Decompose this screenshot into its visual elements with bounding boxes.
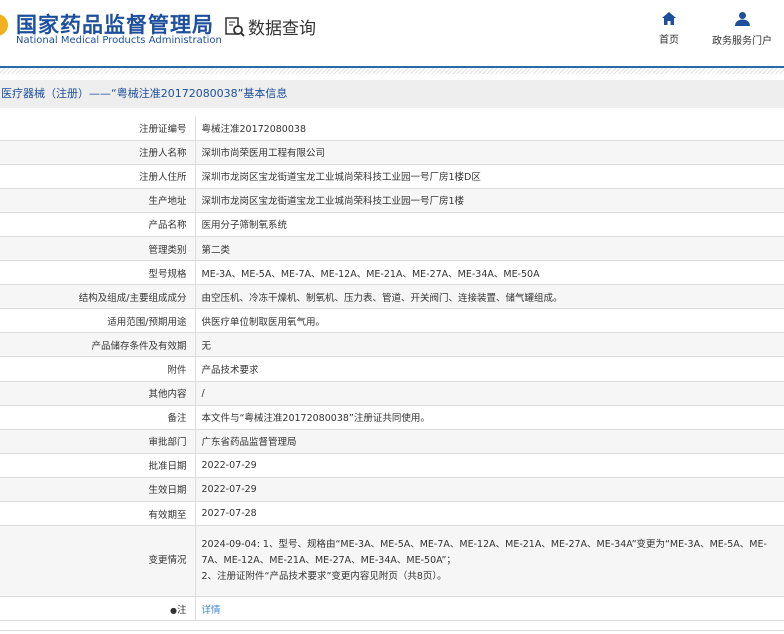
table-row: 生效日期 2022-07-29 xyxy=(0,477,784,503)
nav-home[interactable]: 首页 xyxy=(659,12,679,46)
field-value: 医用分子筛制氧系统 xyxy=(195,212,784,237)
data-query-title: 数据查询 xyxy=(224,14,316,39)
details-link[interactable]: 详情 xyxy=(202,605,221,616)
field-label: 生效日期 xyxy=(0,477,196,503)
table-row: 结构及组成/主要组成成分 由空压机、冷冻干燥机、制氧机、压力表、管道、开关阀门、连… xyxy=(0,284,784,310)
nav-service-portal-label: 政务服务门户 xyxy=(712,36,772,47)
table-row: 备注 本文件与“粤械注准20172080038”注册证共同使用。 xyxy=(0,405,784,430)
field-label: 附件 xyxy=(0,356,196,382)
emblem-logo xyxy=(0,14,8,36)
table-row: 注册人名称 深圳市尚荣医用工程有限公司 xyxy=(0,140,784,165)
field-label: 适用范围/预期用途 xyxy=(0,308,196,334)
field-value: 广东省药品监督管理局 xyxy=(195,429,784,454)
table-row: 有效期至 2027-07-28 xyxy=(0,501,784,527)
table-row: 审批部门 广东省药品监督管理局 xyxy=(0,429,784,454)
user-icon xyxy=(734,12,750,26)
field-value: 第二类 xyxy=(195,236,784,262)
field-label: 管理类别 xyxy=(0,236,196,262)
header-hatch xyxy=(0,68,784,74)
table-row: 产品储存条件及有效期无 xyxy=(0,332,784,358)
field-value: / xyxy=(195,381,784,406)
table-row: 注册人住所 深圳市龙岗区宝龙街道宝龙工业城尚荣科技工业园一号厂房1楼D区 xyxy=(0,164,784,189)
note-label-cell: ●注 xyxy=(0,596,196,622)
field-value: 深圳市龙岗区宝龙街道宝龙工业城尚荣科技工业园一号厂房1楼D区 xyxy=(195,164,784,189)
table-row-change: 变更情况 2024-09-04: 1、型号、规格由“ME-3A、ME-5A、ME-… xyxy=(0,525,784,598)
field-value: 粤械注准20172080038 xyxy=(195,116,784,141)
field-value: 产品技术要求 xyxy=(195,356,784,382)
home-icon xyxy=(662,12,676,25)
change-line-1: 2024-09-04: 1、型号、规格由“ME-3A、ME-5A、ME-7A、M… xyxy=(201,539,767,567)
document-search-icon xyxy=(225,16,245,37)
field-label: 变更情况 xyxy=(0,525,196,598)
field-label: 有效期至 xyxy=(0,501,196,527)
bottom-divider xyxy=(0,630,784,631)
table-row: 管理类别 第二类 xyxy=(0,236,784,262)
detail-table: 注册证编号 粤械注准20172080038 注册人名称 深圳市尚荣医用工程有限公司 注册… xyxy=(0,116,784,622)
field-label: 注册人名称 xyxy=(0,140,196,165)
field-label: 产品储存条件及有效期 xyxy=(0,332,196,358)
field-label: 注册证编号 xyxy=(0,116,196,141)
field-label: 注 xyxy=(176,604,187,616)
field-label: 产品名称 xyxy=(0,212,196,237)
field-label: 型号规格 xyxy=(0,260,196,286)
field-label: 其他内容 xyxy=(0,381,196,406)
field-label: 审批部门 xyxy=(0,429,196,454)
field-value: ME-3A、ME-5A、ME-7A、ME-12A、ME-21A、ME-27A、M… xyxy=(195,260,784,286)
data-query-label: 数据查询 xyxy=(248,19,316,39)
field-value: 本文件与“粤械注准20172080038”注册证共同使用。 xyxy=(195,405,784,430)
nav-service-portal[interactable]: 政务服务门户 xyxy=(712,12,772,47)
table-row: 附件 产品技术要求 xyxy=(0,356,784,382)
record-title: 内医疗器械（注册）——“粤械注准20172080038”基本信息 xyxy=(0,80,784,108)
table-row: 产品名称 医用分子筛制氧系统 xyxy=(0,212,784,237)
table-row: 批准日期 2022-07-29 xyxy=(0,453,784,478)
table-row: 适用范围/预期用途 供医疗单位制取医用氧气用。 xyxy=(0,308,784,334)
table-row: 生产地址 深圳市龙岗区宝龙街道宝龙工业城尚荣科技工业园一号厂房1楼 xyxy=(0,188,784,213)
field-value: 2022-07-29 xyxy=(195,477,784,503)
table-row-note: ●注 详情 xyxy=(0,596,784,622)
field-value: 由空压机、冷冻干燥机、制氧机、压力表、管道、开关阀门、连接装置、储气罐组成。 xyxy=(195,284,784,310)
nav-home-label: 首页 xyxy=(659,35,679,46)
field-label: 结构及组成/主要组成成分 xyxy=(0,284,196,310)
field-value: 供医疗单位制取医用氧气用。 xyxy=(195,308,784,334)
field-label: 注册人住所 xyxy=(0,164,196,189)
site-header: 国家药品监督管理局 National Medical Products Admi… xyxy=(0,0,784,66)
table-row: 其他内容 / xyxy=(0,381,784,406)
field-value: 无 xyxy=(195,332,784,358)
field-value: 2027-07-28 xyxy=(195,501,784,527)
change-value: 2024-09-04: 1、型号、规格由“ME-3A、ME-5A、ME-7A、M… xyxy=(195,525,784,598)
lightbulb-icon: ● xyxy=(170,605,177,615)
table-row: 型号规格 ME-3A、ME-5A、ME-7A、ME-12A、ME-21A、ME-2… xyxy=(0,260,784,286)
org-name-en[interactable]: National Medical Products Administration xyxy=(16,35,222,46)
field-value: 2022-07-29 xyxy=(195,453,784,478)
field-label: 备注 xyxy=(0,405,196,430)
field-label: 批准日期 xyxy=(0,453,196,478)
change-line-2: 2、注册证附件“产品技术要求”变更内容见附页（共8页）。 xyxy=(201,571,447,583)
field-value: 深圳市龙岗区宝龙街道宝龙工业城尚荣科技工业园一号厂房1楼 xyxy=(195,188,784,213)
field-label: 生产地址 xyxy=(0,188,196,213)
table-row: 注册证编号 粤械注准20172080038 xyxy=(0,116,784,141)
field-value: 深圳市尚荣医用工程有限公司 xyxy=(195,140,784,165)
